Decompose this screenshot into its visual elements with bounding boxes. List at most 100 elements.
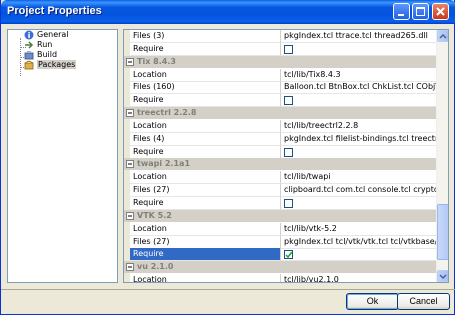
property-row[interactable]: Location tcl/lib/vu2.1.0 [124,274,438,283]
maximize-icon [416,7,425,16]
package-group-header[interactable]: Tix 8.4.3 [124,55,438,68]
package-group-name: Tix 8.4.3 [137,56,176,66]
property-value[interactable] [281,248,438,262]
category-tree: General Run Build Packages [7,29,118,283]
property-value-text: Balloon.tcl BtnBox.tcl ChkList.tcl CObjV… [284,82,438,92]
close-button[interactable] [432,3,449,20]
property-value[interactable] [281,94,438,108]
property-value[interactable]: tcl/lib/Tix8.4.3 [281,69,438,82]
cancel-button[interactable]: Cancel [397,293,450,310]
property-row[interactable]: Files (160) Balloon.tcl BtnBox.tcl ChkLis… [124,81,438,95]
properties-grid: Files (3) pkgIndex.tcl ttrace.tcl thread2… [123,29,449,283]
property-value[interactable]: pkgIndex.tcl filelist-bindings.tcl treec… [281,133,438,146]
property-value-text: clipboard.tcl com.tcl console.tcl crypto… [284,185,438,195]
scroll-thumb[interactable] [437,204,448,260]
property-value-text: tcl/lib/treectrl2.2.8 [284,121,359,130]
require-checkbox[interactable] [284,96,293,106]
ok-button[interactable]: Ok [346,293,399,310]
property-value[interactable]: tcl/lib/vu2.1.0 [281,274,438,283]
collapse-icon[interactable] [126,109,134,117]
minimize-button[interactable] [393,3,410,20]
package-group-header[interactable]: vu 2.1.0 [124,261,438,274]
property-row[interactable]: Require [124,248,438,262]
property-row[interactable]: Location tcl/lib/vtk-5.2 [124,222,438,236]
property-value[interactable] [281,43,438,56]
checkmark-icon [285,251,293,259]
project-properties-window: Project Properties General Run Build Pac… [0,0,455,315]
property-value-text: pkgIndex.tcl ttrace.tcl thread265.dll [284,31,428,40]
property-value[interactable] [281,197,438,210]
package-icon [24,60,34,69]
property-name: Require [130,248,281,262]
collapse-icon[interactable] [126,57,134,66]
property-value-text: tcl/lib/Tix8.4.3 [284,69,341,79]
require-checkbox[interactable] [284,250,293,260]
package-group-name: vu 2.1.0 [137,262,174,272]
property-value[interactable]: Balloon.tcl BtnBox.tcl ChkList.tcl CObjV… [281,81,438,95]
property-name: Require [130,197,281,210]
property-name: Files (27) [130,184,281,198]
property-name: Location [130,222,281,236]
property-row[interactable]: Require [124,197,438,210]
property-value[interactable]: clipboard.tcl com.tcl console.tcl crypto… [281,184,438,198]
tree-item-packages[interactable]: Packages [24,59,77,70]
maximize-button[interactable] [412,3,429,20]
property-row[interactable]: Files (27) clipboard.tcl com.tcl console.… [124,184,438,198]
minimize-icon [398,14,404,16]
property-value[interactable]: pkgIndex.tcl ttrace.tcl thread265.dll [281,30,438,43]
property-value[interactable]: tcl/lib/vtk-5.2 [281,223,438,236]
require-checkbox[interactable] [284,147,293,157]
property-value-text: tcl/lib/vtk-5.2 [284,223,337,233]
require-checkbox[interactable] [284,199,293,208]
property-row[interactable]: Require [124,94,438,108]
property-name: Location [130,68,281,82]
chevron-up-icon [439,33,447,39]
property-value-text: tcl/lib/twapi [284,172,331,182]
scroll-down-button[interactable] [437,270,448,282]
window-title: Project Properties [7,5,102,17]
close-icon [436,7,445,16]
require-checkbox[interactable] [284,44,293,54]
property-name: Files (4) [130,132,281,146]
property-row[interactable]: Files (3) pkgIndex.tcl ttrace.tcl thread2… [124,30,438,43]
property-name: Files (160) [130,81,281,95]
property-name: Require [130,94,281,108]
collapse-icon[interactable] [126,263,134,272]
property-value[interactable]: tcl/lib/treectrl2.2.8 [281,120,438,133]
property-value-text: pkgIndex.tcl tcl/vtk/vtk.tcl tcl/vtkbase… [284,236,438,246]
property-name: Require [130,145,281,159]
package-group-name: twapi 2.1a1 [137,159,191,169]
scroll-up-button[interactable] [437,30,448,42]
package-group-header[interactable]: twapi 2.1a1 [124,158,438,171]
property-name: Location [130,171,281,185]
button-separator [1,289,455,290]
property-row[interactable]: Require [124,42,438,56]
property-row[interactable]: Files (27) pkgIndex.tcl tcl/vtk/vtk.tcl t… [124,235,438,249]
collapse-icon[interactable] [126,211,134,220]
vertical-scrollbar[interactable] [436,30,448,282]
package-group-header[interactable]: VTK 5.2 [124,209,438,222]
package-group-name: VTK 5.2 [137,210,172,220]
property-row[interactable]: Require [124,145,438,159]
package-group-name: treectrl 2.2.8 [137,108,197,117]
property-row[interactable]: Location tcl/lib/Tix8.4.3 [124,68,438,82]
property-row[interactable]: Location tcl/lib/twapi [124,171,438,185]
property-name: Files (27) [130,235,281,249]
title-bar[interactable]: Project Properties [1,0,455,24]
property-name: Require [130,42,281,56]
collapse-icon[interactable] [126,160,134,169]
property-value-text: pkgIndex.tcl filelist-bindings.tcl treec… [284,133,438,143]
property-row[interactable]: Files (4) pkgIndex.tcl filelist-bindings.… [124,132,438,146]
property-value[interactable] [281,146,438,159]
property-name: Location [130,274,281,282]
property-value-text: tcl/lib/vu2.1.0 [284,275,339,283]
property-name: Location [130,120,281,133]
package-group-header[interactable]: treectrl 2.2.8 [124,107,438,119]
property-value[interactable]: pkgIndex.tcl tcl/vtk/vtk.tcl tcl/vtkbase… [281,236,438,249]
property-value[interactable]: tcl/lib/twapi [281,171,438,185]
info-icon [24,30,34,39]
property-row[interactable]: Location tcl/lib/treectrl2.2.8 [124,120,438,133]
build-icon [24,50,34,59]
run-arrow-icon [25,40,34,49]
chevron-down-icon [439,274,447,280]
